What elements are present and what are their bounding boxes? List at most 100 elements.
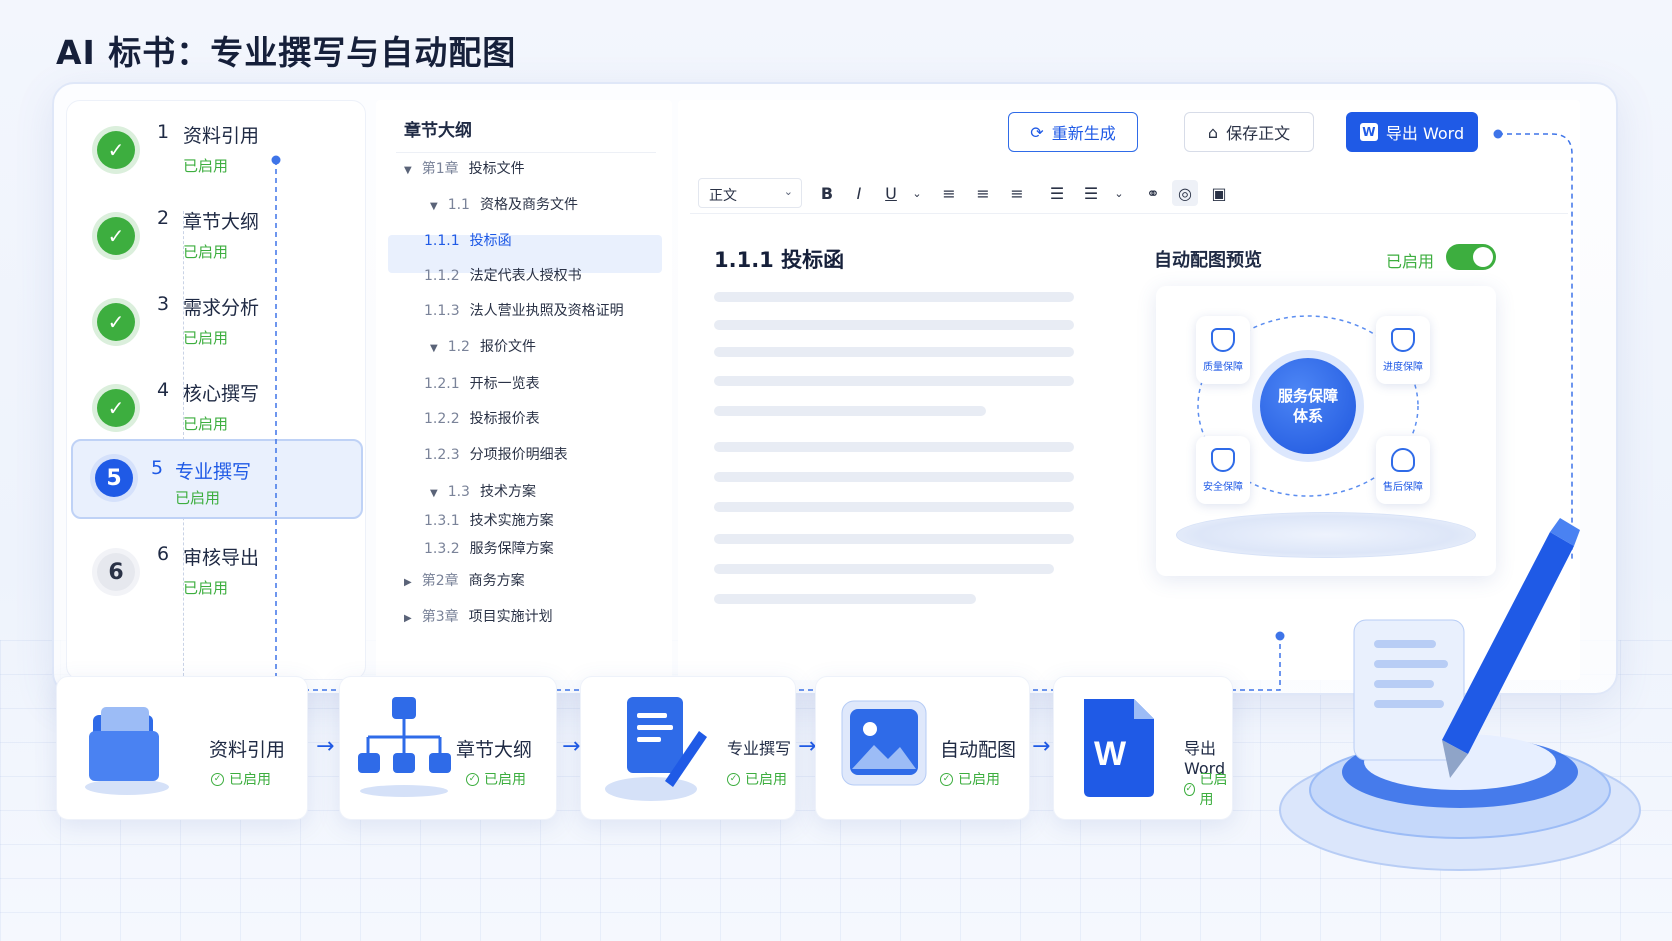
workflow-card-reference[interactable]: 资料引用 ✓ 已启用: [56, 676, 308, 820]
workflow-status-text: 已启用: [484, 772, 526, 788]
node-text: 开标一览表: [469, 376, 540, 392]
workflow-card-writing[interactable]: 专业撰写 ✓ 已启用: [580, 676, 796, 820]
step-number-badge: 6: [97, 553, 135, 591]
step-item-1[interactable]: ✓ 1 资料引用 已启用: [67, 105, 367, 191]
step-item-3[interactable]: ✓ 3 需求分析 已启用: [67, 277, 367, 363]
word-file-icon: W: [1084, 699, 1154, 797]
text-placeholder-line: [714, 594, 976, 604]
link-icon[interactable]: ⚭: [1140, 180, 1166, 206]
text-placeholder-line: [714, 502, 1074, 512]
satellite-label: 售后保障: [1383, 481, 1423, 493]
satellite-label: 质量保障: [1203, 361, 1243, 373]
tree-node-ch1[interactable]: ▼ 第1章 投标文件: [404, 158, 525, 178]
caret-down-icon: ▼: [430, 343, 438, 354]
step-status: 已启用: [183, 579, 229, 597]
step-label: 章节大纲: [183, 211, 260, 233]
chevron-down-icon[interactable]: ⌄: [904, 180, 930, 206]
satellite-quality: 质量保障: [1196, 316, 1250, 384]
step-number: 2: [157, 207, 170, 229]
step-item-6[interactable]: 6 6 审核导出 已启用: [67, 527, 367, 613]
node-code: 1.1: [447, 197, 470, 213]
node-code: 1.2.2: [424, 411, 460, 427]
tree-node-1-1-1[interactable]: 1.1.1 投标函: [424, 230, 512, 250]
safety-icon: [1211, 447, 1235, 472]
regenerate-label: 重新生成: [1051, 124, 1116, 143]
check-circle-icon: ✓: [466, 772, 479, 786]
node-text: 分项报价明细表: [469, 447, 568, 463]
step-number: 5: [151, 457, 164, 479]
document-pen-icon: [605, 697, 707, 801]
arrow-right-icon: →: [316, 734, 335, 759]
workflow-card-export[interactable]: W 导出Word ✓ 已启用: [1053, 676, 1233, 820]
tree-node-ch2[interactable]: ▶ 第2章 商务方案: [404, 570, 525, 590]
step-status: 已启用: [183, 329, 229, 347]
italic-button[interactable]: I: [846, 180, 872, 206]
bold-button[interactable]: B: [814, 180, 840, 206]
node-code: 1.1.1: [424, 233, 460, 249]
tree-node-ch3[interactable]: ▶ 第3章 项目实施计划: [404, 606, 553, 626]
export-label: 导出 Word: [1385, 124, 1465, 143]
tree-node-1-1-3[interactable]: 1.1.3 法人营业执照及资格证明: [424, 300, 624, 320]
step-number-badge: 5: [95, 459, 133, 497]
tree-node-1-3-1[interactable]: 1.3.1 技术实施方案: [424, 510, 554, 530]
text-placeholder-line: [714, 406, 986, 416]
tree-node-1-2-2[interactable]: 1.2.2 投标报价表: [424, 408, 540, 428]
export-word-button[interactable]: W 导出 Word: [1346, 112, 1478, 152]
text-placeholder-line: [714, 564, 1054, 574]
step-sidebar: ✓ 1 资料引用 已启用 ✓ 2 章节大纲 已启用 ✓ 3 需求分析 已启用 ✓…: [66, 100, 367, 681]
node-text: 技术方案: [479, 484, 536, 500]
auto-illustration-icon[interactable]: ◎: [1172, 180, 1198, 206]
align-right-icon[interactable]: ≡: [1004, 180, 1030, 206]
step-item-4[interactable]: ✓ 4 核心撰写 已启用: [67, 363, 367, 449]
tree-node-1-3[interactable]: ▼ 1.3 技术方案: [430, 481, 536, 501]
tree-node-1-2-3[interactable]: 1.2.3 分项报价明细表: [424, 444, 568, 464]
paragraph-style-select[interactable]: 正文 ⌄: [698, 178, 802, 208]
step-item-5[interactable]: 5 5 专业撰写 已启用: [71, 439, 363, 519]
node-text: 法定代表人授权书: [469, 268, 582, 284]
step-number: 1: [157, 121, 170, 143]
caret-down-icon: ▼: [404, 165, 412, 176]
step-label: 需求分析: [183, 297, 260, 319]
numbered-list-icon[interactable]: ☰: [1078, 180, 1104, 206]
workflow-title: 专业撰写: [727, 739, 792, 758]
node-code: 1.1.2: [424, 268, 460, 284]
node-text: 商务方案: [468, 573, 525, 589]
save-button[interactable]: ⌂ 保存正文: [1184, 112, 1314, 152]
node-code: 1.3.1: [424, 513, 460, 529]
auto-illustration-toggle[interactable]: [1446, 244, 1496, 270]
arrow-right-icon: →: [798, 734, 817, 759]
check-icon: ✓: [97, 389, 135, 427]
text-placeholder-line: [714, 376, 1074, 386]
workflow-card-outline[interactable]: 章节大纲 ✓ 已启用: [339, 676, 557, 820]
formatting-toolbar: 正文 ⌄ B I U ⌄ ≡ ≡ ≡ ☰ ☰ ⌄ ⚭ ◎ ▣: [690, 170, 1568, 214]
chevron-down-icon[interactable]: ⌄: [1106, 180, 1132, 206]
align-left-icon[interactable]: ≡: [936, 180, 962, 206]
divider: [396, 152, 656, 153]
node-text: 报价文件: [479, 339, 536, 355]
outline-panel: 章节大纲 ▼ 第1章 投标文件 ▼ 1.1 资格及商务文件 1.1.1 投标函 1.1.2…: [376, 100, 672, 680]
bullet-list-icon[interactable]: ☰: [1044, 180, 1070, 206]
step-status: 已启用: [183, 157, 229, 175]
align-center-icon[interactable]: ≡: [970, 180, 996, 206]
node-code: 1.2.3: [424, 447, 460, 463]
shield-icon: [1211, 327, 1235, 352]
tree-node-1-2[interactable]: ▼ 1.2 报价文件: [430, 336, 536, 356]
tree-node-1-1[interactable]: ▼ 1.1 资格及商务文件: [430, 194, 578, 214]
tree-node-1-3-2[interactable]: 1.3.2 服务保障方案: [424, 538, 554, 558]
workflow-card-illustration[interactable]: 自动配图 ✓ 已启用: [815, 676, 1030, 820]
step-status: 已启用: [175, 489, 221, 507]
folder-icon: [85, 707, 169, 795]
workflow-title: 资料引用: [209, 739, 286, 761]
tree-node-1-1-2[interactable]: 1.1.2 法定代表人授权书: [424, 265, 582, 285]
node-code: 1.2.1: [424, 376, 460, 392]
regenerate-button[interactable]: ⟳ 重新生成: [1008, 112, 1138, 152]
check-circle-icon: ✓: [940, 772, 953, 786]
chevron-down-icon: ⌄: [783, 185, 793, 198]
document-heading: 1.1.1 投标函: [714, 248, 845, 272]
save-label: 保存正文: [1226, 124, 1291, 143]
tree-node-1-2-1[interactable]: 1.2.1 开标一览表: [424, 373, 540, 393]
image-icon[interactable]: ▣: [1206, 180, 1232, 206]
underline-button[interactable]: U: [878, 180, 904, 206]
step-item-2[interactable]: ✓ 2 章节大纲 已启用: [67, 191, 367, 277]
arrow-right-icon: →: [562, 734, 581, 759]
